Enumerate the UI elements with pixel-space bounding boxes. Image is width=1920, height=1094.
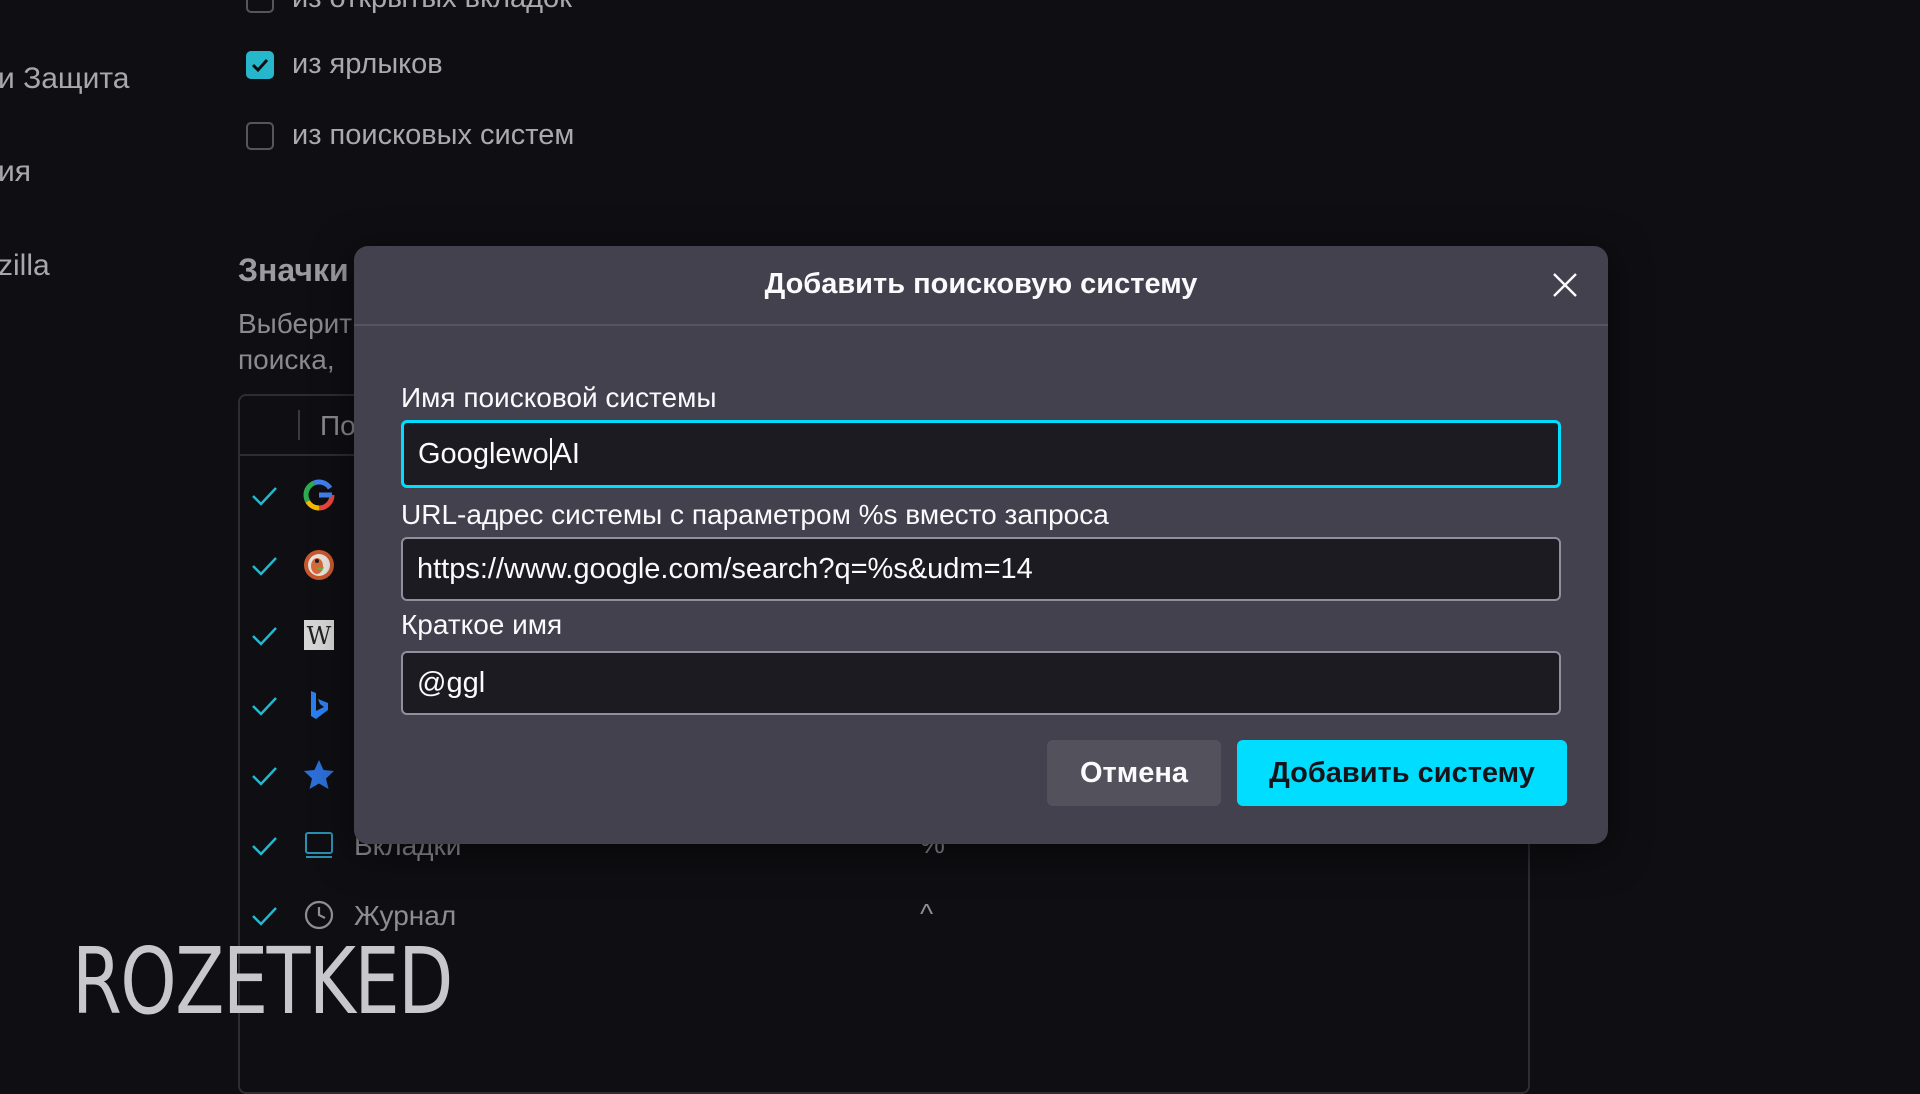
nav-item-sync[interactable]: ия [0,155,31,189]
checkbox-label: из поисковых систем [292,119,575,151]
checkbox-row-shortcuts[interactable]: из ярлыков [246,48,443,81]
engine-url-label: URL-адрес системы с параметром %s вместо… [401,499,1109,530]
section-description: Выберит поиска, [238,308,353,375]
column-divider [298,410,300,440]
checkbox-label: из открытых вкладок [292,0,572,15]
column-header[interactable]: По [320,410,356,442]
checkbox[interactable] [246,0,274,13]
engine-name-text-before-caret: Googlewo [418,437,549,470]
close-button[interactable] [1548,268,1582,302]
watermark-logo: ROZETKED [72,928,453,1035]
engine-alias-input[interactable]: @ggl [401,651,1561,715]
nav-item-mozilla[interactable]: zilla [0,249,50,283]
engine-url-input[interactable]: https://www.google.com/search?q=%s&udm=1… [401,537,1561,601]
engine-url-value: https://www.google.com/search?q=%s&udm=1… [417,552,1033,585]
wikipedia-icon: W [304,620,334,650]
check-icon[interactable] [248,760,280,792]
add-engine-button[interactable]: Добавить систему [1237,740,1567,806]
checkbox-checked[interactable] [246,50,274,79]
svg-text:W: W [307,622,332,650]
check-icon[interactable] [248,690,280,722]
engine-name-input[interactable]: Googlewo AI [401,420,1561,488]
history-clock-icon [304,900,334,930]
tabs-icon [305,832,333,858]
close-icon [1553,273,1577,297]
check-icon[interactable] [248,620,280,652]
check-icon[interactable] [248,480,280,512]
engine-alias-label: Краткое имя [401,609,563,640]
section-title: Значки [238,252,349,288]
engine-name-text-after-caret: AI [552,437,580,470]
dialog-header: Добавить поисковую систему [354,246,1608,326]
checkmark-icon [251,58,269,72]
bookmarks-star-icon [304,760,334,789]
engine-name-label: Имя поисковой системы [401,382,717,413]
cancel-button[interactable]: Отмена [1047,740,1221,806]
dialog-title: Добавить поисковую систему [764,268,1198,300]
text-caret [549,438,552,470]
google-icon [303,479,335,511]
engine-alias-value: @ggl [417,666,486,699]
check-icon[interactable] [248,550,280,582]
checkbox-row-search-engines[interactable]: из поисковых систем [246,119,574,152]
check-icon[interactable] [248,830,280,862]
row-keyword: ^ [920,898,934,929]
checkbox-row-open-tabs[interactable]: из открытых вкладок [246,0,572,15]
checkbox-label: из ярлыков [292,48,443,80]
add-search-engine-dialog: Добавить поисковую систему Имя поисковой… [354,246,1608,844]
duckduckgo-icon [304,550,334,580]
checkbox[interactable] [246,121,274,150]
nav-item-privacy[interactable]: и Защита [0,62,129,96]
bing-icon [311,691,328,719]
